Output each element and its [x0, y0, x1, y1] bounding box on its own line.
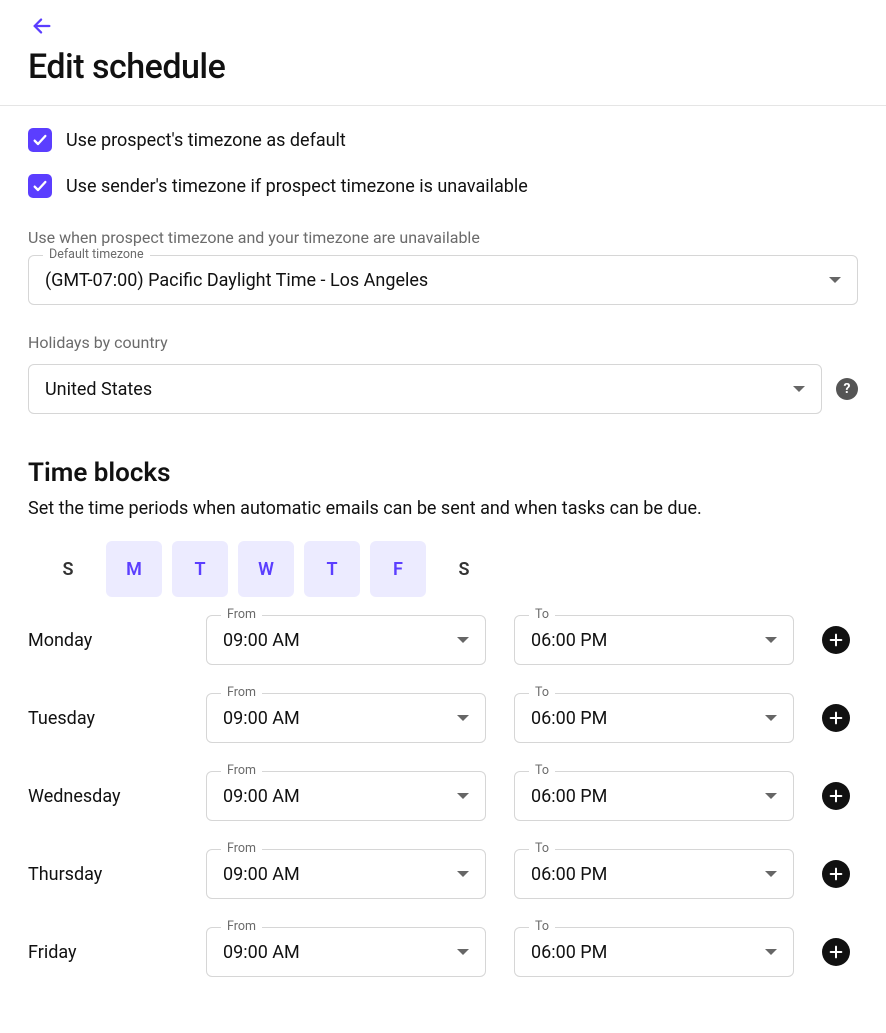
default-timezone-label: Default timezone: [43, 247, 150, 262]
from-label: From: [221, 763, 262, 778]
back-button[interactable]: [28, 12, 56, 40]
from-value: 09:00 AM: [223, 786, 457, 807]
to-value: 06:00 PM: [531, 864, 765, 885]
default-timezone-select[interactable]: Default timezone (GMT-07:00) Pacific Day…: [28, 255, 858, 305]
divider: [0, 105, 886, 106]
add-time-block-button[interactable]: [822, 626, 850, 654]
day-name: Monday: [28, 630, 178, 651]
checkbox-use-prospect-tz[interactable]: [28, 128, 52, 152]
page-title: Edit schedule: [28, 47, 858, 87]
chevron-down-icon: [765, 715, 777, 721]
from-value: 09:00 AM: [223, 864, 457, 885]
to-value: 06:00 PM: [531, 942, 765, 963]
to-time-select[interactable]: To06:00 PM: [514, 615, 794, 665]
plus-icon: [828, 866, 844, 882]
from-label: From: [221, 841, 262, 856]
plus-icon: [828, 710, 844, 726]
to-time-select[interactable]: To06:00 PM: [514, 771, 794, 821]
checkbox-use-sender-tz[interactable]: [28, 174, 52, 198]
to-label: To: [529, 841, 555, 856]
from-label: From: [221, 919, 262, 934]
day-toggle-3[interactable]: W: [238, 541, 294, 597]
plus-icon: [828, 632, 844, 648]
add-time-block-button[interactable]: [822, 938, 850, 966]
time-row: Tuesday From09:00 AM To06:00 PM: [28, 693, 858, 743]
from-time-select[interactable]: From09:00 AM: [206, 693, 486, 743]
chevron-down-icon: [457, 949, 469, 955]
to-time-select[interactable]: To06:00 PM: [514, 927, 794, 977]
chevron-down-icon: [765, 637, 777, 643]
plus-icon: [828, 944, 844, 960]
from-value: 09:00 AM: [223, 708, 457, 729]
chevron-down-icon: [829, 277, 841, 283]
checkbox-row-sender-tz: Use sender's timezone if prospect timezo…: [28, 174, 858, 198]
add-time-block-button[interactable]: [822, 782, 850, 810]
chevron-down-icon: [457, 715, 469, 721]
arrow-left-icon: [31, 15, 53, 37]
holidays-country-value: United States: [45, 379, 793, 400]
help-icon[interactable]: ?: [836, 378, 858, 400]
time-blocks-title: Time blocks: [28, 458, 858, 488]
add-time-block-button[interactable]: [822, 704, 850, 732]
day-toggle-5[interactable]: F: [370, 541, 426, 597]
from-value: 09:00 AM: [223, 942, 457, 963]
holidays-country-select[interactable]: United States: [28, 364, 822, 414]
plus-icon: [828, 788, 844, 804]
day-toggle-2[interactable]: T: [172, 541, 228, 597]
to-time-select[interactable]: To06:00 PM: [514, 693, 794, 743]
day-name: Wednesday: [28, 786, 178, 807]
add-time-block-button[interactable]: [822, 860, 850, 888]
chevron-down-icon: [457, 871, 469, 877]
default-timezone-value: (GMT-07:00) Pacific Daylight Time - Los …: [45, 270, 829, 291]
time-row: Monday From09:00 AM To06:00 PM: [28, 615, 858, 665]
day-toggle-4[interactable]: T: [304, 541, 360, 597]
time-row: Friday From09:00 AM To06:00 PM: [28, 927, 858, 977]
default-tz-helper-text: Use when prospect timezone and your time…: [28, 228, 858, 247]
checkbox-label-prospect-tz: Use prospect's timezone as default: [66, 130, 346, 151]
day-toggle-0[interactable]: S: [40, 541, 96, 597]
from-label: From: [221, 607, 262, 622]
to-label: To: [529, 763, 555, 778]
from-time-select[interactable]: From09:00 AM: [206, 849, 486, 899]
from-value: 09:00 AM: [223, 630, 457, 651]
to-label: To: [529, 607, 555, 622]
chevron-down-icon: [765, 949, 777, 955]
day-toggle-6[interactable]: S: [436, 541, 492, 597]
from-label: From: [221, 685, 262, 700]
day-toggle-1[interactable]: M: [106, 541, 162, 597]
day-name: Friday: [28, 942, 178, 963]
to-value: 06:00 PM: [531, 786, 765, 807]
day-strip: SMTWTFS: [40, 541, 858, 597]
checkbox-row-prospect-tz: Use prospect's timezone as default: [28, 128, 858, 152]
time-row: Thursday From09:00 AM To06:00 PM: [28, 849, 858, 899]
to-label: To: [529, 919, 555, 934]
chevron-down-icon: [793, 386, 805, 392]
holidays-label: Holidays by country: [28, 333, 858, 352]
time-blocks-desc: Set the time periods when automatic emai…: [28, 498, 858, 519]
from-time-select[interactable]: From09:00 AM: [206, 927, 486, 977]
to-value: 06:00 PM: [531, 708, 765, 729]
day-name: Thursday: [28, 864, 178, 885]
chevron-down-icon: [457, 637, 469, 643]
from-time-select[interactable]: From09:00 AM: [206, 615, 486, 665]
check-icon: [32, 178, 48, 194]
chevron-down-icon: [765, 793, 777, 799]
from-time-select[interactable]: From09:00 AM: [206, 771, 486, 821]
chevron-down-icon: [457, 793, 469, 799]
time-row: Wednesday From09:00 AM To06:00 PM: [28, 771, 858, 821]
check-icon: [32, 132, 48, 148]
to-time-select[interactable]: To06:00 PM: [514, 849, 794, 899]
to-value: 06:00 PM: [531, 630, 765, 651]
day-name: Tuesday: [28, 708, 178, 729]
to-label: To: [529, 685, 555, 700]
checkbox-label-sender-tz: Use sender's timezone if prospect timezo…: [66, 176, 528, 197]
chevron-down-icon: [765, 871, 777, 877]
